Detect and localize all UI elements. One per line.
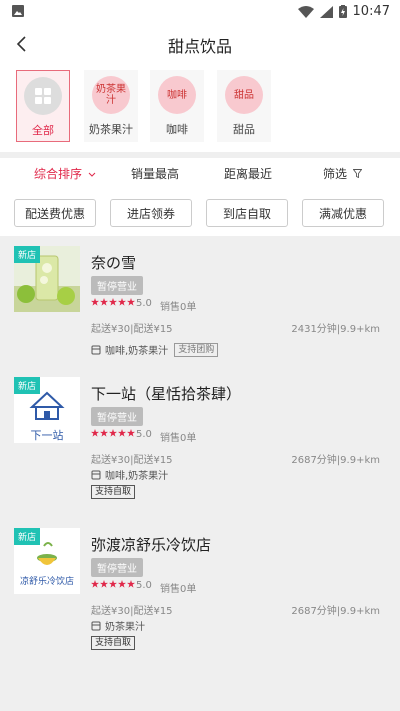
sales-count: 销售0单: [160, 433, 197, 444]
status-badge: 暂停营业: [91, 558, 143, 577]
star-icon: [100, 298, 108, 306]
feature-tag: 支持自取: [91, 485, 136, 499]
shop-categories: 奶茶果汁: [91, 618, 145, 633]
star-icon: [127, 429, 135, 437]
sort-distance[interactable]: 距离最近: [224, 165, 272, 182]
sort-bar: 综合排序 销量最高 距离最近 筛选: [0, 158, 400, 188]
status-badge: 暂停营业: [91, 276, 143, 295]
star-icon: [127, 580, 135, 588]
star-rating: [91, 429, 135, 437]
filter-bar: 配送费优惠 进店领券 到店自取 满减优惠: [0, 188, 400, 236]
store-icon: [91, 345, 101, 354]
rating-value: 5.0: [136, 298, 152, 309]
category-label: 甜品: [233, 123, 255, 136]
rating-value: 5.0: [136, 429, 152, 440]
star-icon: [109, 429, 117, 437]
sort-filter[interactable]: 筛选: [323, 165, 363, 182]
star-icon: [127, 298, 135, 306]
shop-name: 奈の雪: [91, 254, 137, 272]
category-label: 奶茶果汁: [89, 123, 133, 136]
logo-text: 下一站: [30, 429, 64, 442]
sort-sales[interactable]: 销量最高: [131, 165, 179, 182]
star-icon: [91, 298, 99, 306]
filter-full-reduction[interactable]: 满减优惠: [302, 199, 384, 227]
shop-name: 下一站（星恬拾茶肆）: [91, 385, 242, 403]
filter-icon: [352, 169, 363, 179]
logo-text: 凉舒乐冷饮店: [19, 577, 74, 587]
star-icon: [91, 580, 99, 588]
category-text: 咖啡,奶茶果汁: [105, 471, 169, 482]
star-icon: [109, 298, 117, 306]
category-label: 全部: [32, 124, 54, 137]
new-shop-badge: 新店: [14, 377, 41, 394]
filter-store-coupon[interactable]: 进店领券: [110, 199, 192, 227]
shop-card[interactable]: 新店 奈の雪 暂停营业 5.0 销售0单 起送¥30|配送¥15 2431分钟|…: [0, 236, 400, 376]
star-rating: [91, 580, 135, 588]
store-icon: [91, 621, 101, 630]
sort-label: 销量最高: [131, 167, 180, 181]
distance: 2431分钟|9.9+km: [291, 324, 380, 335]
chevron-down-icon: [88, 172, 96, 177]
sort-comprehensive[interactable]: 综合排序: [34, 165, 96, 182]
battery-icon: [338, 5, 347, 18]
star-icon: [100, 429, 108, 437]
shop-list: 新店 奈の雪 暂停营业 5.0 销售0单 起送¥30|配送¥15 2431分钟|…: [0, 236, 400, 671]
star-icon: [109, 580, 117, 588]
feature-tag: 支持自取: [91, 636, 136, 650]
category-label: 咖啡: [166, 123, 188, 136]
gallery-icon: [12, 5, 24, 17]
star-rating: [91, 298, 135, 306]
sort-label: 筛选: [323, 167, 348, 181]
filter-self-pickup[interactable]: 到店自取: [206, 199, 288, 227]
status-badge: 暂停营业: [91, 407, 143, 426]
star-icon: [118, 580, 126, 588]
filter-delivery-discount[interactable]: 配送费优惠: [14, 199, 96, 227]
star-icon: [91, 429, 99, 437]
store-icon: [91, 470, 101, 479]
shop-card[interactable]: 凉舒乐冷饮店 新店 弥渡凉舒乐冷饮店 暂停营业 5.0 销售0单 起送¥30|配…: [0, 518, 400, 658]
feature-tag: 支持团购: [174, 342, 219, 357]
shop-categories: 咖啡,奶茶果汁: [91, 467, 168, 482]
sales-count: 销售0单: [160, 584, 197, 595]
new-shop-badge: 新店: [14, 528, 41, 545]
wifi-icon: [297, 5, 314, 18]
signal-icon: [319, 5, 333, 18]
clock: 10:47: [352, 4, 390, 19]
category-coffee[interactable]: 咖啡 咖啡: [150, 70, 204, 142]
rating-value: 5.0: [136, 580, 152, 591]
star-icon: [100, 580, 108, 588]
sales-count: 销售0单: [160, 302, 197, 313]
page-title: 甜点饮品: [167, 37, 232, 56]
sort-label: 距离最近: [224, 167, 273, 181]
shop-categories: 咖啡,奶茶果汁 支持团购: [91, 342, 219, 357]
category-text: 咖啡,奶茶果汁: [105, 346, 169, 357]
category-icon: 甜品: [225, 76, 263, 114]
shop-name: 弥渡凉舒乐冷饮店: [91, 536, 212, 554]
category-icon: 奶茶果汁: [92, 76, 130, 114]
shop-card[interactable]: 下一站 新店 下一站（星恬拾茶肆） 暂停营业 5.0 销售0单 起送¥30|配送…: [0, 367, 400, 507]
distance: 2687分钟|9.9+km: [291, 606, 380, 617]
category-icon: 咖啡: [158, 76, 196, 114]
category-text: 奶茶果汁: [105, 622, 145, 633]
category-bar: 全部 奶茶果汁 奶茶果汁 咖啡 咖啡 甜品 甜品: [0, 64, 400, 152]
delivery-fees: 起送¥30|配送¥15: [91, 455, 173, 466]
star-icon: [118, 429, 126, 437]
star-icon: [118, 298, 126, 306]
new-shop-badge: 新店: [14, 246, 41, 263]
status-bar: 10:47: [0, 0, 400, 24]
sort-label: 综合排序: [34, 167, 83, 181]
app-header: 甜点饮品: [0, 24, 400, 64]
grid-icon: [24, 77, 62, 115]
delivery-fees: 起送¥30|配送¥15: [91, 324, 173, 335]
category-dessert[interactable]: 甜品 甜品: [217, 70, 271, 142]
category-all[interactable]: 全部: [16, 70, 70, 142]
distance: 2687分钟|9.9+km: [291, 455, 380, 466]
category-milk-tea[interactable]: 奶茶果汁 奶茶果汁: [84, 70, 138, 142]
delivery-fees: 起送¥30|配送¥15: [91, 606, 173, 617]
